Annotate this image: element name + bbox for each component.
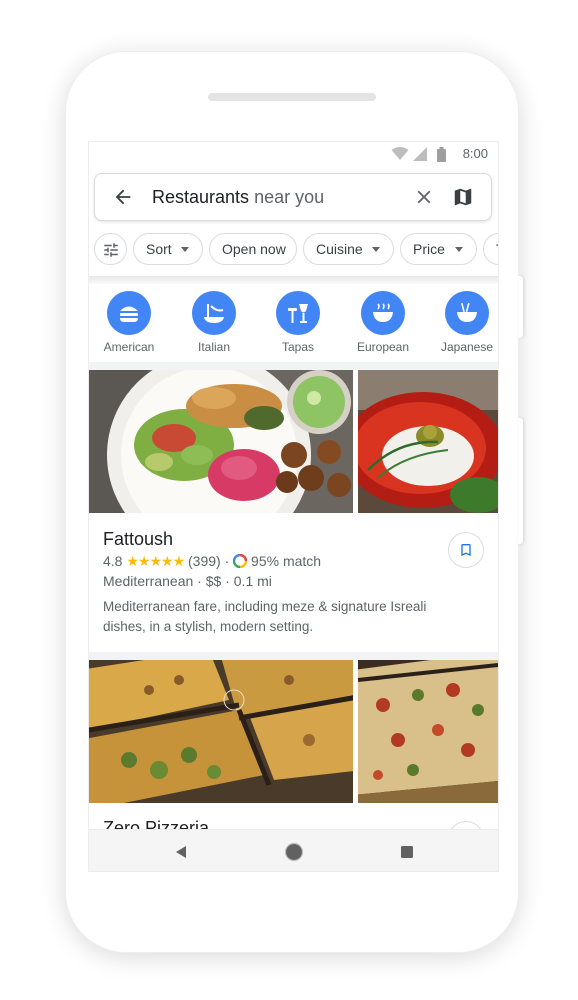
open-now-chip[interactable]: Open now	[209, 233, 297, 265]
chevron-down-icon	[372, 247, 380, 252]
rating-stars: ★★★★★	[126, 553, 185, 569]
category-european[interactable]: European	[343, 291, 423, 354]
burger-icon	[107, 291, 151, 335]
power-button	[518, 276, 523, 338]
filter-options-button[interactable]	[94, 233, 127, 265]
tune-icon	[104, 243, 118, 257]
restaurant-photo-main[interactable]	[89, 660, 353, 803]
search-query[interactable]: Restaurants near you	[152, 187, 324, 208]
restaurant-name[interactable]: Fattoush	[103, 529, 173, 550]
close-icon[interactable]	[413, 186, 435, 208]
divider	[89, 276, 498, 284]
search-bar[interactable]: Restaurants near you	[94, 173, 492, 221]
category-american[interactable]: American	[89, 291, 169, 354]
save-button[interactable]	[448, 532, 484, 568]
separator-dot: ·	[224, 553, 230, 569]
cuisine-chip-label: Cuisine	[316, 241, 363, 257]
battery-icon	[437, 147, 446, 162]
restaurant-photo-main[interactable]	[89, 370, 353, 513]
section-separator	[89, 652, 498, 660]
restaurant-photo-secondary[interactable]	[358, 660, 498, 803]
wifi-icon	[391, 147, 409, 160]
review-count: (399)	[188, 553, 221, 569]
speaker-grille	[208, 93, 376, 101]
system-nav-bar	[89, 829, 498, 871]
tapas-icon	[276, 291, 320, 335]
match-score: 95% match	[251, 553, 322, 569]
category-row: American Italian Tapas European Japanese	[89, 284, 498, 362]
signal-icon	[413, 147, 427, 161]
category-label: Tapas	[281, 340, 315, 354]
restaurant-description: Mediterranean fare, including meze & sig…	[103, 599, 427, 634]
bowl-icon	[361, 291, 405, 335]
more-chip-label: T	[496, 241, 498, 257]
category-tapas[interactable]: Tapas	[258, 291, 338, 354]
filter-chips: Sort Open now Cuisine Price T	[94, 233, 498, 267]
price-chip-label: Price	[413, 241, 445, 257]
restaurant-photo-secondary[interactable]	[358, 370, 498, 513]
ramen-icon	[445, 291, 489, 335]
distance: 0.1 mi	[233, 573, 272, 589]
rating-row: 4.8 ★★★★★ (399) · 95% match	[103, 553, 321, 570]
cuisine-chip[interactable]: Cuisine	[303, 233, 394, 265]
category-japanese[interactable]: Japanese	[427, 291, 498, 354]
chevron-down-icon	[455, 247, 463, 252]
category-label: American	[103, 340, 155, 354]
arrow-back-icon[interactable]	[112, 186, 134, 208]
open-now-chip-label: Open now	[222, 241, 286, 257]
recents-nav-icon[interactable]	[400, 845, 414, 859]
category-label: European	[356, 340, 410, 354]
category-label: Italian	[197, 340, 231, 354]
details-row: Mediterranean · $$ · 0.1 mi	[103, 573, 272, 589]
volume-button	[518, 418, 523, 544]
separator-dot: ·	[197, 573, 202, 589]
back-nav-icon[interactable]	[174, 845, 188, 859]
screen: 8:00 Restaurants near you Sort Open now	[88, 141, 499, 872]
section-separator	[89, 362, 498, 370]
status-bar: 8:00	[89, 142, 498, 166]
category-label: Japanese	[440, 340, 494, 354]
chevron-down-icon	[181, 247, 189, 252]
price-chip[interactable]: Price	[400, 233, 477, 265]
price-level: $$	[205, 573, 222, 589]
home-nav-icon[interactable]	[284, 842, 304, 862]
separator-dot: ·	[225, 573, 230, 589]
search-query-main: Restaurants	[152, 187, 250, 207]
status-time: 8:00	[462, 146, 488, 161]
rating-value: 4.8	[103, 553, 123, 569]
category-italian[interactable]: Italian	[174, 291, 254, 354]
more-chip[interactable]: T	[483, 233, 498, 265]
sort-chip[interactable]: Sort	[133, 233, 203, 265]
pasta-icon	[192, 291, 236, 335]
sort-chip-label: Sort	[146, 241, 172, 257]
search-query-rest: near you	[249, 187, 325, 207]
cuisine-type: Mediterranean	[103, 573, 194, 589]
match-icon	[232, 553, 248, 569]
map-icon[interactable]	[452, 186, 474, 208]
bookmark-icon	[461, 544, 471, 556]
